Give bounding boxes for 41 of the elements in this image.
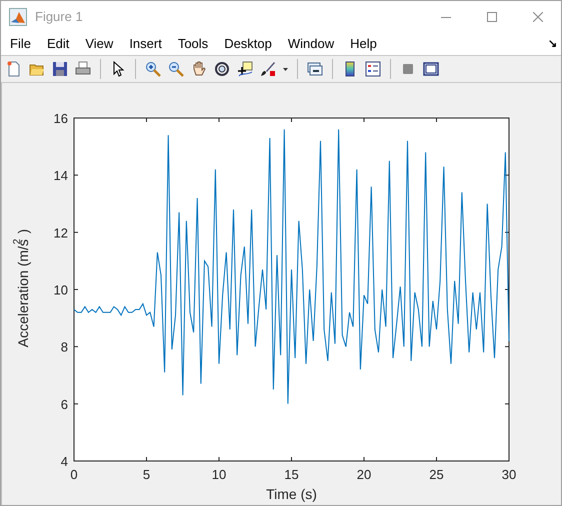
x-axis-label: Time (s) (266, 486, 317, 502)
y-tick-label: 14 (53, 168, 68, 184)
new-file-icon (6, 61, 22, 77)
close-icon (533, 12, 543, 22)
menu-item[interactable]: Help (342, 33, 385, 55)
menu-item[interactable]: Edit (38, 33, 78, 55)
x-tick-label: 25 (429, 467, 444, 482)
y-tick-label: 12 (53, 225, 68, 240)
hand-icon (191, 61, 207, 77)
maximize-icon (487, 12, 497, 22)
brush-icon (260, 61, 276, 77)
window-title: Figure 1 (35, 8, 83, 26)
dock-button[interactable]: ↘ (548, 36, 557, 52)
data-cursor-icon (237, 61, 253, 77)
menu-item[interactable]: Window (280, 33, 342, 55)
menu-item[interactable]: Insert (121, 33, 170, 55)
x-tick-label: 5 (142, 467, 150, 482)
y-tick-label: 8 (60, 340, 68, 355)
menu-item[interactable]: Tools (170, 33, 216, 55)
app-icon (9, 8, 27, 26)
zoom-in-icon (145, 61, 161, 77)
menu-item[interactable]: Desktop (216, 33, 280, 55)
caret-icon (283, 68, 288, 70)
y-tick-label: 10 (53, 282, 68, 298)
x-tick-label: 0 (70, 467, 78, 482)
square-icon (400, 61, 416, 77)
x-tick-label: 30 (502, 467, 516, 482)
x-tick-label: 10 (212, 467, 226, 482)
zoom-out-icon (168, 61, 184, 77)
link-icon (307, 61, 323, 77)
y-tick-label: 6 (60, 396, 68, 412)
legend-icon (365, 61, 381, 77)
print-icon (75, 61, 91, 77)
x-tick-label: 15 (284, 467, 299, 482)
x-tick-label: 20 (356, 467, 372, 482)
save-icon (52, 61, 68, 77)
menu-item[interactable]: View (77, 33, 122, 55)
y-tick-label: 4 (60, 454, 68, 469)
window-icon (423, 61, 439, 77)
menu-item[interactable]: File (2, 33, 39, 55)
y-tick-label: 16 (53, 111, 68, 126)
